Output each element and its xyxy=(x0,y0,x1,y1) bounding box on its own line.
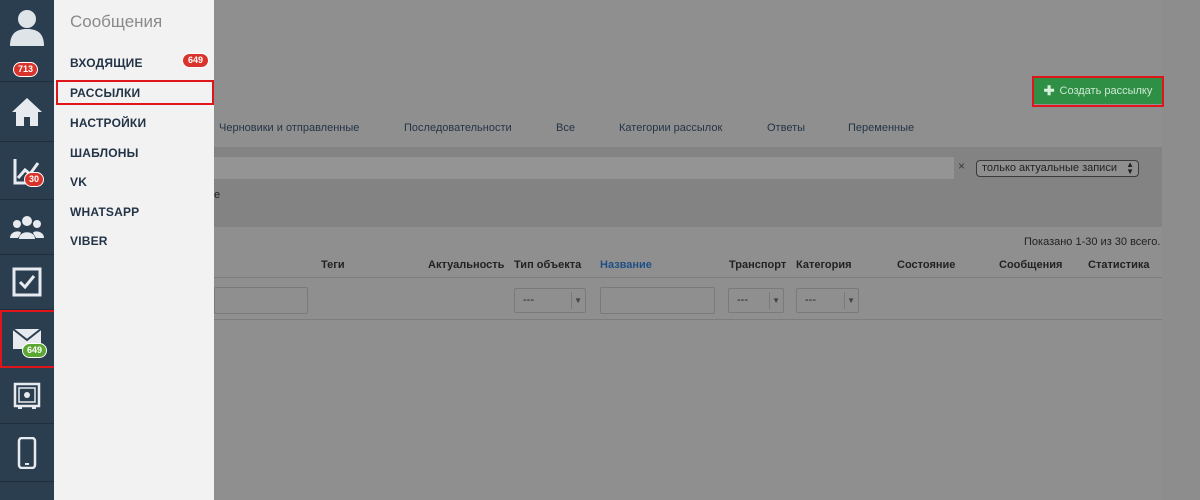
tab-drafts-sent[interactable]: Черновики и отправленные xyxy=(219,122,359,134)
transport-filter-select[interactable]: --- ▼ xyxy=(728,288,784,313)
submenu-item-viber[interactable]: VIBER xyxy=(70,234,108,248)
chevron-down-icon: ▼ xyxy=(847,296,855,305)
home-icon xyxy=(12,97,42,126)
category-filter-select[interactable]: --- ▼ xyxy=(796,288,859,313)
actuality-filter-value: только актуальные записи xyxy=(982,162,1117,174)
tab-variables[interactable]: Переменные xyxy=(848,122,914,134)
contacts-item[interactable] xyxy=(0,200,54,255)
home-item[interactable] xyxy=(0,82,54,142)
users-group-icon xyxy=(10,216,44,239)
actuality-filter-select[interactable]: только актуальные записи ▲ ▼ xyxy=(976,160,1139,177)
column-statistics: Статистика xyxy=(1088,259,1150,271)
column-tags: Теги xyxy=(321,259,345,271)
submenu-item-whatsapp[interactable]: WHATSAPP xyxy=(70,205,139,219)
smartphone-icon xyxy=(17,436,37,469)
inbox-count-badge: 649 xyxy=(182,53,210,68)
name-filter-input[interactable] xyxy=(600,287,715,314)
submenu-title: Сообщения xyxy=(70,12,163,31)
mobile-item[interactable] xyxy=(0,424,54,482)
tags-filter-input[interactable] xyxy=(214,287,308,314)
analytics-badge: 30 xyxy=(24,172,45,187)
tab-sequences[interactable]: Последовательности xyxy=(404,122,512,134)
clear-search-icon[interactable]: × xyxy=(958,159,965,173)
user-avatar-icon xyxy=(10,10,44,46)
column-state: Состояние xyxy=(897,259,956,271)
transport-filter-value: --- xyxy=(737,294,748,306)
column-category: Категория xyxy=(796,259,852,271)
mailings-item-highlight xyxy=(56,80,214,105)
category-filter-value: --- xyxy=(805,294,816,306)
chevron-down-icon: ▼ xyxy=(772,296,780,305)
safe-icon xyxy=(13,382,41,409)
table-header-divider xyxy=(214,277,1162,278)
filter-option-label: е xyxy=(214,189,221,201)
create-button-highlight xyxy=(1032,76,1164,107)
tasks-item[interactable] xyxy=(0,255,54,310)
column-name-sort-link[interactable]: Название xyxy=(600,259,652,271)
icon-rail: 713 30 649 xyxy=(0,0,54,500)
object-type-filter-value: --- xyxy=(523,294,534,306)
select-arrows-icon: ▲ ▼ xyxy=(1126,160,1134,176)
column-messages: Сообщения xyxy=(999,259,1063,271)
analytics-item[interactable]: 30 xyxy=(0,142,54,200)
safe-item[interactable] xyxy=(0,368,54,424)
submenu-item-inbox[interactable]: ВХОДЯЩИЕ xyxy=(70,56,143,70)
select-divider xyxy=(769,292,770,309)
content-edge xyxy=(1162,0,1200,500)
object-type-filter-select[interactable]: --- ▼ xyxy=(514,288,586,313)
tab-mailing-categories[interactable]: Категории рассылок xyxy=(619,122,722,134)
select-divider xyxy=(844,292,845,309)
select-divider xyxy=(571,292,572,309)
submenu-item-settings[interactable]: НАСТРОЙКИ xyxy=(70,116,146,130)
column-transport: Транспорт xyxy=(729,259,787,271)
profile-badge: 713 xyxy=(13,62,39,77)
filter-row-divider xyxy=(214,319,1162,320)
messages-item-highlight xyxy=(0,310,56,368)
submenu-item-templates[interactable]: ШАБЛОНЫ xyxy=(70,146,139,160)
results-summary: Показано 1-30 из 30 всего. xyxy=(1024,236,1161,248)
messages-submenu: Сообщения ВХОДЯЩИЕ РАССЫЛКИ НАСТРОЙКИ ША… xyxy=(54,0,214,500)
profile-item[interactable]: 713 xyxy=(0,0,54,82)
chevron-down-icon: ▼ xyxy=(574,296,582,305)
submenu-item-vk[interactable]: VK xyxy=(70,175,87,189)
tab-replies[interactable]: Ответы xyxy=(767,122,805,134)
search-input[interactable] xyxy=(214,157,954,179)
checkbox-icon xyxy=(12,267,42,297)
tab-all[interactable]: Все xyxy=(556,122,575,134)
column-object-type: Тип объекта xyxy=(514,259,582,271)
column-actuality: Актуальность xyxy=(428,259,505,271)
